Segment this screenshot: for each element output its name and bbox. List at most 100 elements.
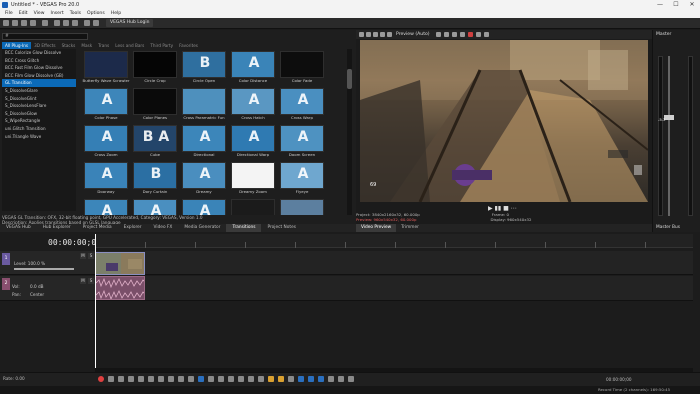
settings-gear-icon[interactable] — [42, 20, 48, 26]
dock-tab[interactable]: Project Media — [77, 224, 118, 232]
transition-thumbnail[interactable]: A — [84, 162, 128, 189]
plugin-tree-item[interactable]: BCC Film Glow Dissolve (GB) — [2, 72, 76, 80]
scopes-icon[interactable] — [476, 32, 481, 37]
mute-button[interactable]: M — [80, 253, 86, 259]
plugin-tree-item[interactable]: S_DissolveLensFlare — [2, 102, 76, 110]
trim-end-icon[interactable] — [258, 376, 264, 382]
go-end-button[interactable] — [188, 376, 194, 382]
play-button[interactable]: ▶ — [488, 205, 493, 212]
transition-thumbnail[interactable] — [280, 199, 324, 215]
transition-thumbnail[interactable] — [84, 51, 128, 78]
play-from-start-button[interactable] — [118, 376, 124, 382]
transition-thumbnail[interactable]: B — [182, 51, 226, 78]
plugin-tree-item[interactable]: S_DissolveGlint — [2, 95, 76, 103]
master-fader-track[interactable] — [668, 56, 670, 216]
plugin-tree-item[interactable]: BCC Cross Glitch — [2, 57, 76, 65]
plugin-tree-item[interactable]: uni.Glitch Transition — [2, 125, 76, 133]
tab-trans[interactable]: Trans — [95, 42, 112, 49]
dock-tab[interactable]: VEGAS Hub — [0, 224, 37, 232]
mask-icon[interactable] — [484, 32, 489, 37]
maximize-button[interactable]: ☐ — [668, 0, 684, 10]
transition-thumbnail[interactable]: B — [133, 162, 177, 189]
zoom-tool-icon[interactable] — [228, 376, 234, 382]
go-start-button[interactable] — [178, 376, 184, 382]
video-track-header[interactable]: 1 Level: 100.0 % M S — [0, 251, 95, 275]
menu-tools[interactable]: Tools — [70, 11, 81, 16]
solo-button[interactable]: S — [88, 253, 94, 259]
overlay-icon[interactable] — [387, 32, 392, 37]
tab-stacks[interactable]: Stacks — [59, 42, 79, 49]
scrollbar-thumb[interactable] — [347, 69, 352, 89]
transition-thumbnail[interactable]: A — [280, 125, 324, 152]
menu-view[interactable]: View — [34, 11, 45, 16]
video-clip[interactable] — [95, 252, 145, 275]
save-snapshot-icon[interactable] — [452, 32, 457, 37]
master-fader-knob[interactable] — [664, 115, 674, 120]
pause-button[interactable] — [138, 376, 144, 382]
record-indicator-icon[interactable] — [468, 32, 473, 37]
marker-icon[interactable] — [268, 376, 274, 382]
minimize-button[interactable]: — — [652, 0, 668, 10]
next-frame-button[interactable] — [168, 376, 174, 382]
trim-start-icon[interactable] — [248, 376, 254, 382]
stop-button[interactable]: ■ — [503, 205, 509, 212]
save-icon[interactable] — [21, 20, 27, 26]
menu-edit[interactable]: Edit — [19, 11, 28, 16]
transition-thumbnail[interactable]: B A — [133, 125, 177, 152]
dock-tab[interactable]: Project Notes — [261, 224, 301, 232]
timeline-ruler[interactable] — [95, 234, 693, 248]
auto-crossfade-icon[interactable] — [328, 376, 334, 382]
menu-insert[interactable]: Insert — [51, 11, 64, 16]
plugin-tree-item[interactable]: S_DissolveGlare — [2, 87, 76, 95]
video-track-lane[interactable] — [95, 251, 693, 275]
plugin-tree-item[interactable]: uni.Triangle Wave — [2, 133, 76, 141]
tab-third-party[interactable]: Third Party — [147, 42, 176, 49]
tab-all-plugins[interactable]: All Plug-Ins — [2, 42, 32, 49]
transition-thumbnail[interactable]: A — [133, 199, 177, 215]
stop-button[interactable] — [148, 376, 154, 382]
transition-thumbnail[interactable] — [133, 51, 177, 78]
tab-less-and-bars[interactable]: Less and Bars — [112, 42, 147, 49]
tab-3d-effects[interactable]: 3D Effects — [31, 42, 58, 49]
plugin-tree-item[interactable]: BCC Fast Film Glow Dissolve — [2, 64, 76, 72]
close-button[interactable]: ✕ — [684, 0, 700, 10]
open-icon[interactable] — [12, 20, 18, 26]
dock-tab[interactable]: Explorer — [118, 224, 148, 232]
transition-thumbnail[interactable]: A — [182, 199, 226, 215]
timeline-timecode[interactable]: 00:00:00;00 — [48, 238, 101, 247]
auto-ripple-icon[interactable] — [298, 376, 304, 382]
video-level-slider[interactable] — [14, 268, 74, 270]
transition-thumbnail[interactable]: A — [182, 125, 226, 152]
tab-mask[interactable]: Mask — [78, 42, 95, 49]
audio-track-lane[interactable] — [95, 276, 693, 301]
copy-snapshot-icon[interactable] — [444, 32, 449, 37]
transition-thumbnail[interactable]: A — [231, 88, 275, 115]
transition-thumbnail[interactable] — [280, 51, 324, 78]
preview-settings-icon[interactable] — [359, 32, 364, 37]
record-button[interactable] — [98, 376, 104, 382]
plugin-tree-item[interactable]: GL Transition — [2, 79, 76, 87]
audio-clip[interactable] — [95, 276, 145, 300]
external-monitor-icon[interactable] — [373, 32, 378, 37]
transition-thumbnail[interactable]: A — [231, 51, 275, 78]
preview-quality-label[interactable]: Preview (Auto) — [396, 30, 430, 39]
transition-thumbnail[interactable] — [231, 162, 275, 189]
cut-tool-icon[interactable] — [348, 376, 354, 382]
pause-button[interactable]: ▮▮ — [495, 205, 502, 212]
normal-edit-tool-icon[interactable] — [198, 376, 204, 382]
tab-trimmer[interactable]: Trimmer — [396, 224, 424, 232]
loop-button[interactable] — [108, 376, 114, 382]
mute-button[interactable]: M — [80, 278, 86, 284]
playhead-cursor[interactable] — [95, 234, 96, 369]
play-button[interactable] — [128, 376, 134, 382]
enable-snapping-icon[interactable] — [338, 376, 344, 382]
solo-button[interactable]: S — [88, 278, 94, 284]
transition-thumbnail[interactable]: A — [182, 162, 226, 189]
more-options-button[interactable]: ⋯ — [511, 205, 517, 212]
search-input[interactable]: # — [2, 33, 88, 40]
plugin-tree-item[interactable]: S_WipeRectangle — [2, 117, 76, 125]
lock-envelopes-icon[interactable] — [308, 376, 314, 382]
tab-video-preview[interactable]: Video Preview — [356, 224, 397, 232]
paste-icon[interactable] — [72, 20, 78, 26]
snap-icon[interactable] — [288, 376, 294, 382]
